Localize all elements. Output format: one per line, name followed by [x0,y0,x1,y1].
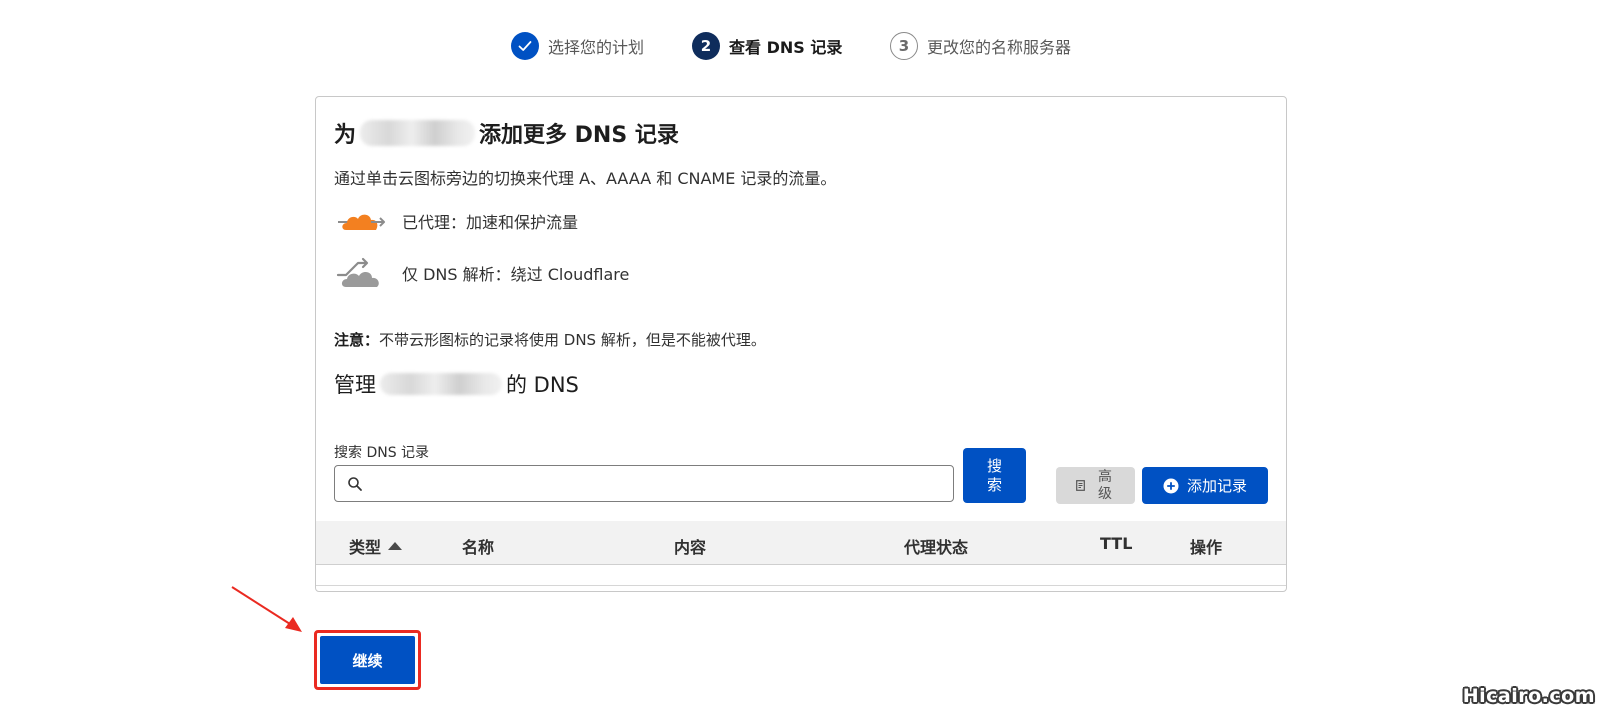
step-complete-check-icon [511,32,539,60]
legend-proxied: 已代理：加速和保护流量 [336,208,578,234]
step-number: 2 [692,32,720,60]
legend-proxied-label: 已代理：加速和保护流量 [402,213,579,232]
advanced-button[interactable]: 高级 [1056,467,1135,504]
setup-stepper: 选择您的计划 2 查看 DNS 记录 3 更改您的名称服务器 [0,30,1603,64]
manage-dns-heading: 管理 的 DNS [334,369,579,399]
proxy-note: 注意：不带云形图标的记录将使用 DNS 解析，但是不能被代理。 [334,329,766,350]
manage-prefix: 管理 [334,373,376,397]
continue-highlight: 继续 [314,630,421,690]
document-icon [1076,480,1085,491]
column-type[interactable]: 类型 [349,534,403,558]
plus-circle-icon [1163,478,1179,493]
title-prefix: 为 [334,123,357,148]
dns-records-card: 为 添加更多 DNS 记录 通过单击云图标旁边的切换来代理 A、AAAA 和 C… [315,96,1287,592]
proxied-cloud-icon [338,214,385,230]
continue-button[interactable]: 继续 [320,636,415,684]
column-ttl[interactable]: TTL [1100,534,1132,553]
step-label: 查看 DNS 记录 [729,38,843,57]
table-row-empty [316,565,1286,586]
redacted-domain [380,373,502,395]
redacted-domain [360,120,476,146]
legend-dns-only: 仅 DNS 解析：绕过 Cloudflare [336,257,629,289]
legend-dns-only-label: 仅 DNS 解析：绕过 Cloudflare [402,265,630,284]
search-label: 搜索 DNS 记录 [334,445,430,461]
search-button[interactable]: 搜索 [963,448,1026,503]
search-icon [348,476,362,491]
card-description: 通过单击云图标旁边的切换来代理 A、AAAA 和 CNAME 记录的流量。 [334,169,837,188]
dns-only-cloud-icon [336,257,379,287]
column-name[interactable]: 名称 [462,534,494,558]
dns-table-header: 类型 名称 内容 代理状态 TTL 操作 [316,521,1286,565]
step-select-plan[interactable]: 选择您的计划 [511,30,644,62]
step-label: 选择您的计划 [548,38,645,57]
step-label: 更改您的名称服务器 [927,38,1072,57]
manage-suffix: 的 DNS [506,373,579,397]
advanced-label: 高级 [1098,468,1112,502]
add-record-label: 添加记录 [1186,477,1247,495]
sort-ascending-icon [388,542,403,550]
step-change-nameservers[interactable]: 3 更改您的名称服务器 [890,30,1071,62]
note-text: 不带云形图标的记录将使用 DNS 解析，但是不能被代理。 [379,331,766,349]
search-field[interactable] [334,465,954,502]
column-content[interactable]: 内容 [674,534,706,558]
card-title: 为 添加更多 DNS 记录 [334,117,679,149]
title-suffix: 添加更多 DNS 记录 [479,123,679,148]
step-review-dns[interactable]: 2 查看 DNS 记录 [692,30,842,62]
search-input[interactable] [371,468,953,499]
annotation-arrow-icon [231,586,302,632]
add-record-button[interactable]: 添加记录 [1142,467,1268,504]
step-number: 3 [890,32,918,60]
column-actions: 操作 [1190,538,1223,557]
watermark: Hicairo.com [1462,685,1595,707]
column-proxy-status[interactable]: 代理状态 [904,534,968,558]
note-label: 注意： [334,331,380,349]
